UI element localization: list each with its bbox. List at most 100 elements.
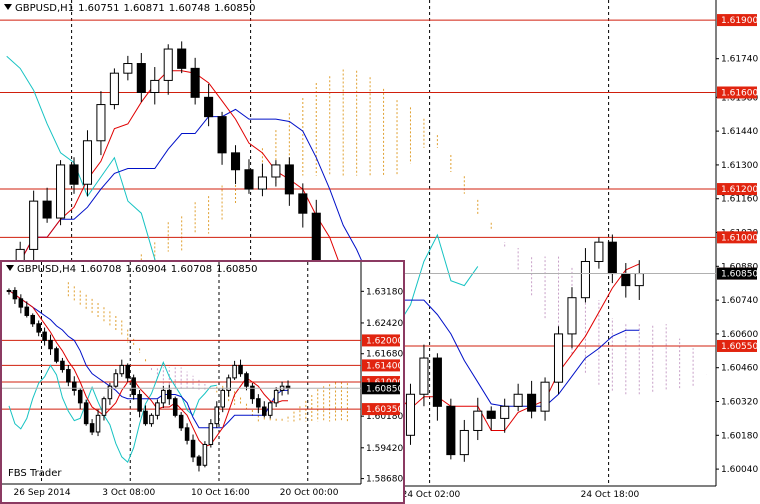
candle-body [262, 406, 267, 416]
y-tick-label: 1.61300 [721, 161, 758, 171]
candle-body [190, 67, 200, 98]
candle-body [150, 79, 160, 93]
level-label: 1.61000 [721, 233, 758, 243]
candle-body [12, 289, 18, 300]
candle-body [486, 410, 496, 419]
candle-body [184, 427, 190, 441]
x-tick-label: 24 Oct 18:00 [581, 490, 640, 500]
candle-body [244, 169, 254, 190]
candle-body [77, 389, 83, 404]
candle-body [96, 104, 106, 142]
main-close: 1.60850 [214, 3, 256, 14]
candle-body [123, 63, 133, 74]
main-symbol: GBPUSD,H1 [15, 3, 75, 14]
candle-body [167, 389, 172, 400]
candle-body [109, 72, 119, 106]
candle-body [66, 369, 71, 383]
candle-body [202, 443, 208, 466]
candle-body [18, 298, 24, 308]
level-label: 1.60350 [366, 405, 403, 415]
candle-body [83, 402, 89, 425]
candle-body [131, 377, 136, 396]
candle-body [553, 333, 564, 383]
main-high: 1.60871 [123, 3, 165, 14]
candle-body [24, 306, 30, 316]
y-tick-label: 1.61680 [366, 350, 403, 360]
candle-body [220, 389, 225, 408]
y-tick-label: 1.60040 [721, 465, 758, 475]
collapse-triangle-icon[interactable] [6, 265, 14, 271]
candle-body [190, 439, 196, 458]
x-tick-label: 3 Oct 08:00 [102, 488, 155, 498]
y-tick-label: 1.63180 [366, 287, 403, 297]
level-label: 1.61200 [721, 185, 758, 195]
candle-body [136, 63, 146, 93]
candle-body [161, 389, 166, 404]
main-open: 1.60751 [78, 3, 120, 14]
candle-body [567, 297, 577, 335]
y-tick-label: 1.60320 [721, 398, 758, 408]
inset-high: 1.60904 [125, 264, 167, 275]
inset-chart-header: GBPUSD,H4 1.60708 1.60904 1.60708 1.60850 [6, 264, 262, 275]
current-price-tag: 1.60850 [721, 270, 758, 280]
candle-body [271, 164, 281, 178]
candle-body [607, 241, 617, 275]
candle-body [405, 393, 416, 436]
candle-body [473, 410, 483, 431]
candle-body [36, 323, 41, 333]
y-tick-label: 1.60180 [721, 431, 758, 441]
candle-body [513, 393, 523, 407]
candle-body [177, 48, 187, 69]
y-tick-label: 1.59420 [366, 444, 403, 454]
candle-body [527, 393, 537, 412]
candle-body [196, 456, 202, 466]
candle-body [143, 410, 148, 425]
inset-chart-panel: 26 Sep 2014 3 Oct 08:00 10 Oct 16:00 20 Oct… [0, 260, 405, 504]
level-label: 1.61400 [366, 361, 403, 371]
candle-body [125, 364, 130, 379]
candle-body [69, 164, 79, 185]
candle-body [244, 373, 249, 387]
candle-body [119, 364, 125, 375]
candle-body [29, 200, 39, 250]
y-tick-label: 1.61440 [721, 127, 758, 137]
candle-body [500, 405, 510, 419]
x-tick-label: 20 Oct 00:00 [280, 488, 339, 498]
collapse-triangle-icon[interactable] [4, 4, 12, 10]
candle-body [419, 357, 429, 395]
candle-body [214, 406, 220, 425]
y-tick-label: 1.61740 [721, 55, 758, 65]
candle-body [459, 429, 469, 456]
chikou-span-line [8, 360, 217, 464]
y-tick-label: 1.60600 [721, 330, 758, 340]
candle-body [267, 402, 273, 416]
inset-symbol: GBPUSD,H4 [17, 264, 77, 275]
inset-open: 1.60708 [80, 264, 122, 275]
candle-body [42, 200, 52, 219]
current-price-tag: 1.60850 [366, 384, 403, 394]
candle-body [230, 152, 241, 171]
candle-body [257, 176, 267, 190]
candle-body [54, 348, 59, 362]
level-label: 1.62000 [366, 336, 403, 346]
y-tick-label: 1.58680 [366, 475, 403, 485]
candle-body [155, 402, 160, 416]
inset-close: 1.60850 [216, 264, 258, 275]
x-tick-label: 24 Oct 02:00 [402, 490, 461, 500]
candle-body [217, 116, 227, 154]
main-low: 1.60748 [168, 3, 211, 14]
candle-body [95, 414, 101, 433]
candle-body [594, 241, 604, 262]
candle-body [284, 164, 294, 195]
broker-watermark: FBS Trader [8, 468, 62, 479]
y-tick-label: 1.62420 [366, 319, 403, 329]
candle-body [82, 140, 93, 185]
candle-body [238, 364, 243, 375]
candle-body [163, 48, 173, 81]
candle-body [42, 331, 47, 341]
candle-body [446, 405, 456, 456]
kijun-sen-line [8, 290, 288, 429]
candle-body [311, 212, 321, 267]
inset-low: 1.60708 [170, 264, 213, 275]
candle-body [137, 394, 142, 412]
